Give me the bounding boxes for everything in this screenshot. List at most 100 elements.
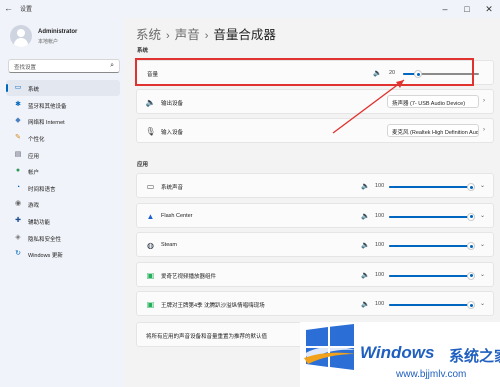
input-device-card[interactable]: 🎙 输入设备 麦克风 (Realtek High Definition Audi… [136,118,494,143]
chevron-down-icon[interactable]: ⌄ [480,271,485,278]
slider-fill [389,215,471,218]
app-volume-card: ▲ Flash Center 🔈 100 ⌄ [136,202,494,228]
app-name: Steam [161,242,177,249]
sidebar-item-label: 隐私和安全性 [28,236,62,243]
app-volume-slider[interactable] [389,183,475,191]
app-name: Flash Center [161,212,193,219]
title-bar: ← 设置 – □ ✕ [0,0,500,18]
sidebar-item-label: 蓝牙和其他设备 [28,103,67,110]
sidebar-item[interactable]: ↻ Windows 更新 [6,246,120,262]
sidebar-item-label: 应用 [28,153,40,160]
output-device-label: 输出设备 [161,101,184,107]
section-system-title: 系统 [137,48,149,54]
slider-fill [389,186,471,188]
app-volume-card: ▣ 爱奇艺视频播放器组件 🔈 100 ⌄ [136,261,494,287]
maximize-icon[interactable]: □ [456,0,478,18]
search-icon: ⌕ [110,62,114,69]
chevron-right-icon: › [204,30,209,42]
sidebar-item[interactable]: ▭ 系统 [6,80,120,96]
app-volume-value: 100 [375,183,385,189]
user-name: Administrator [38,29,78,35]
slider-fill [389,304,471,307]
highlight-box [135,58,474,86]
chevron-down-icon[interactable]: ⌄ [480,241,485,248]
speaker-icon[interactable]: 🔈 [361,271,370,279]
user-account-type: 本地帐户 [38,39,59,45]
windows-logo-icon [304,324,356,370]
sidebar-item-label: 网络和 Internet [28,120,65,127]
watermark-brand-cn: 系统之家 [449,348,500,365]
chevron-right-icon: › [483,127,485,133]
flash-center-icon: ▲ [146,211,155,221]
close-icon[interactable]: ✕ [478,0,500,18]
app-volume-card: ◍ Steam 🔈 100 ⌄ [136,232,494,258]
avatar[interactable] [10,25,32,47]
clock-icon: ◔ [15,183,21,191]
slider-thumb[interactable] [467,301,475,310]
breadcrumb-sound[interactable]: 声音 [175,28,200,42]
speaker-icon[interactable]: 🔈 [361,212,370,220]
section-apps-title: 应用 [137,162,149,168]
breadcrumb: 系统 › 声音 › 音量合成器 [136,24,276,43]
bluetooth-icon: ✱ [15,100,21,108]
sidebar-item-label: 系统 [28,87,40,93]
sidebar-item[interactable]: ✱ 蓝牙和其他设备 [6,97,120,113]
system-sounds-icon: ▭ [146,182,155,191]
iqiyi-video-icon: ▣ [146,300,155,310]
search-placeholder: 查找设置 [14,65,37,71]
window-title: 设置 [20,7,33,13]
app-volume-slider[interactable] [389,242,475,251]
app-volume-slider[interactable] [389,301,475,310]
app-volume-value: 100 [375,271,385,278]
chevron-down-icon[interactable]: ⌄ [480,300,485,307]
slider-thumb[interactable] [467,271,475,280]
brush-icon: ✎ [15,133,21,141]
sidebar-item[interactable]: ◆ 网络和 Internet [6,113,120,129]
speaker-icon[interactable]: 🔈 [361,241,370,249]
sidebar-item[interactable]: ◉ 游戏 [6,196,120,212]
shield-icon: ◈ [15,233,21,241]
app-volume-card: ▭ 系统声音 🔈 100 ⌄ [136,173,494,198]
app-volume-card: ▣ 王牌对王牌第4季 沈腾趴沙溢纵情唱嗨现场 🔈 100 ⌄ [136,291,494,317]
chevron-down-icon[interactable]: ⌄ [480,182,485,189]
chevron-right-icon: › [166,30,170,42]
reset-label: 将所有应用的声音设备和音量重置为推荐的默认值 [146,334,268,340]
system-icon: ▭ [14,84,22,91]
sidebar-item-label: 时间和语言 [28,186,56,193]
speaker-icon: 🔈 [145,98,156,107]
app-volume-value: 100 [375,242,385,249]
speaker-icon[interactable]: 🔈 [361,300,370,308]
slider-fill [389,245,471,248]
sidebar-item[interactable]: ● 帐户 [6,163,120,179]
slider-thumb[interactable] [467,212,475,221]
page-title: 音量合成器 [213,28,276,42]
back-arrow-icon[interactable]: ← [4,3,13,13]
slider-thumb[interactable] [467,242,475,251]
account-icon: ● [15,167,21,175]
sidebar-item-label: 游戏 [28,203,40,210]
input-device-dropdown[interactable]: 麦克风 (Realtek High Definition Audio) [387,124,479,137]
slider-thumb[interactable] [467,183,475,191]
minimize-icon[interactable]: – [434,0,456,18]
sidebar-item[interactable]: ✚ 辅助功能 [6,213,120,229]
watermark-brand: Windows [360,343,435,362]
gamepad-icon: ◉ [14,200,22,208]
app-name: 系统声音 [161,185,184,191]
search-input[interactable]: 查找设置 ⌕ [8,59,120,73]
speaker-icon[interactable]: 🔈 [361,182,370,190]
app-volume-slider[interactable] [389,271,475,280]
app-name: 王牌对王牌第4季 沈腾趴沙溢纵情唱嗨现场 [161,303,265,310]
output-device-card[interactable]: 🔈 输出设备 扬声器 (7- USB Audio Device) › [136,89,494,114]
sidebar-item-label: 个性化 [28,136,45,143]
sidebar-item[interactable]: ▤ 应用 [6,147,120,163]
sidebar-nav: ▭ 系统 ✱ 蓝牙和其他设备 ◆ 网络和 Internet ✎ 个性化 ▤ 应用 ● 帐户 ◔ 时间和语言… [6,80,120,263]
app-volume-slider[interactable] [389,212,475,221]
sidebar-item[interactable]: ✎ 个性化 [6,130,120,146]
sidebar-item-label: Windows 更新 [28,253,63,260]
watermark-url: www.bjjmlv.com [396,369,467,380]
sidebar-item[interactable]: ◔ 时间和语言 [6,180,120,196]
sidebar-item[interactable]: ◈ 隐私和安全性 [6,230,120,246]
breadcrumb-system[interactable]: 系统 [136,28,161,42]
chevron-down-icon[interactable]: ⌄ [480,212,485,219]
output-device-dropdown[interactable]: 扬声器 (7- USB Audio Device) [387,95,479,108]
